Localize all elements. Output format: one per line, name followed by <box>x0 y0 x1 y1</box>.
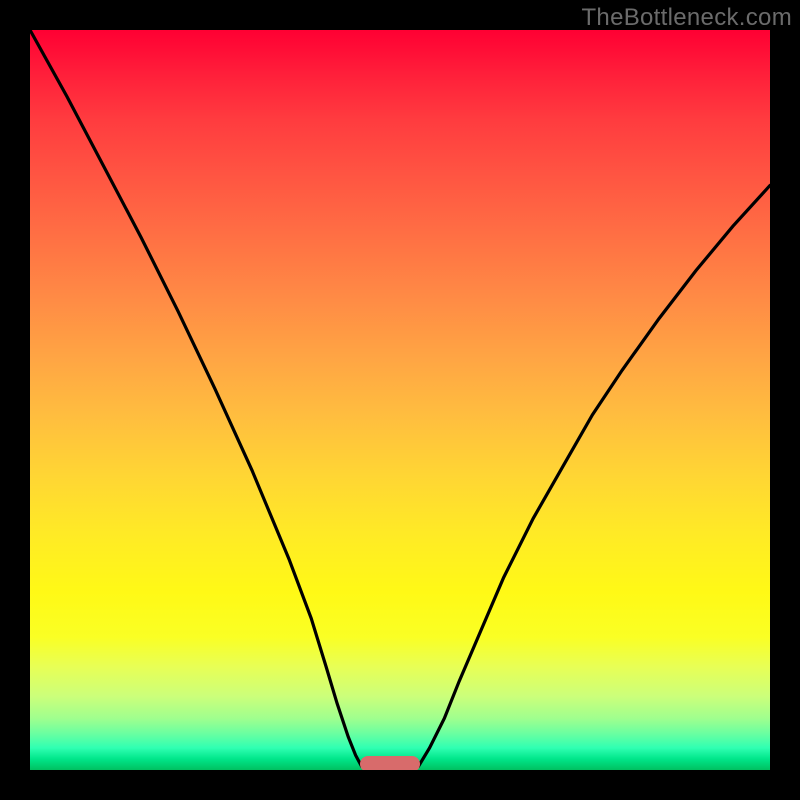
plot-area <box>30 30 770 770</box>
left-curve <box>30 30 362 766</box>
curves-svg <box>30 30 770 770</box>
watermark-text: TheBottleneck.com <box>581 4 792 32</box>
chart-frame: TheBottleneck.com <box>0 0 800 800</box>
bottleneck-marker <box>360 756 420 770</box>
right-curve <box>419 185 771 766</box>
